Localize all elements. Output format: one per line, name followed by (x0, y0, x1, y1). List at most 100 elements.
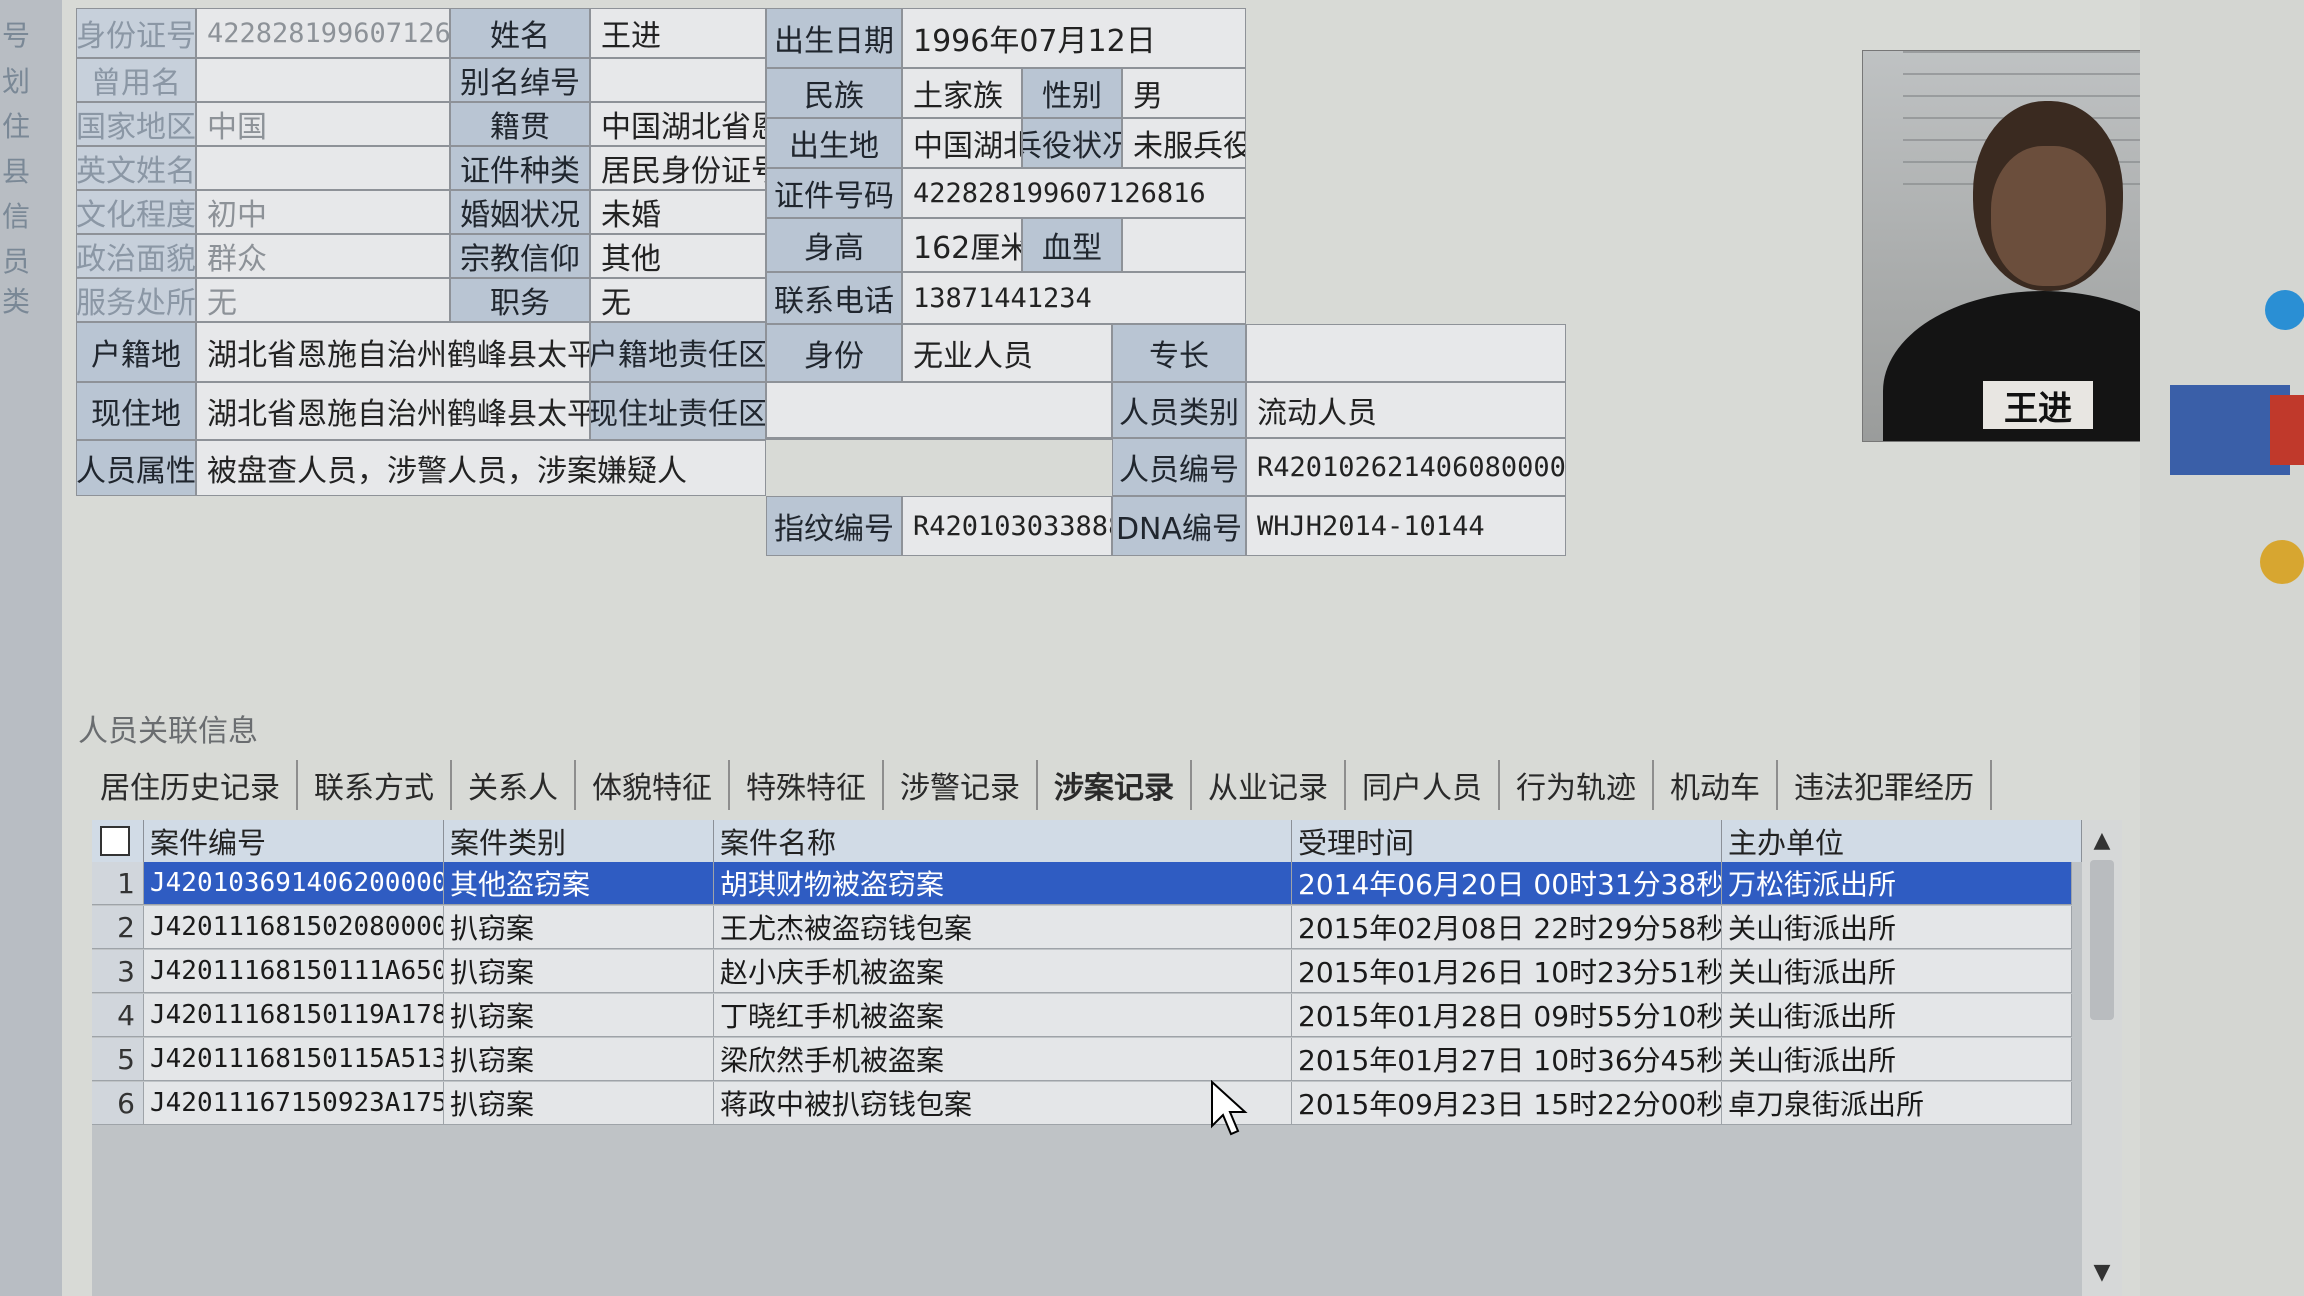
religion-value[interactable]: 其他 (590, 234, 766, 278)
job-value[interactable]: 无 (590, 278, 766, 322)
table-row[interactable]: 4 J42011168150119A1780 扒窃案 丁晓红手机被盗案 2015年01月… (92, 994, 2072, 1037)
specialty-value[interactable] (1246, 324, 1566, 382)
cert-type-value[interactable]: 居民身份证号码 (590, 146, 766, 190)
politics-label: 政治面貌 (76, 234, 196, 278)
gender-value[interactable]: 男 (1122, 68, 1246, 118)
residence-value[interactable]: 湖北省恩施自治州鹤峰县太平乡龙潭村 (196, 382, 590, 440)
ethnic-label: 民族 (766, 68, 902, 118)
cell-time: 2015年01月27日 10时36分45秒 (1292, 1038, 1722, 1081)
category-label: 人员类别 (1112, 382, 1246, 438)
person-no-label: 人员编号 (1112, 438, 1246, 496)
tab-residence-history[interactable]: 居住历史记录 (84, 760, 298, 810)
military-label: 兵役状况 (1022, 118, 1122, 168)
name-value[interactable]: 王进 (590, 8, 766, 58)
military-value[interactable]: 未服兵役 (1122, 118, 1246, 168)
cell-id: J4201036914062000001 (144, 862, 444, 905)
tab-criminal-history[interactable]: 违法犯罪经历 (1778, 760, 1992, 810)
scrollbar-thumb[interactable] (2090, 860, 2114, 1020)
fingerprint-value[interactable]: R4201030338882014060 (902, 496, 1112, 556)
birth-date-label: 出生日期 (766, 8, 902, 68)
row-number: 5 (92, 1038, 144, 1081)
hukou-area-value[interactable] (766, 382, 1112, 438)
mouse-cursor-icon (1211, 1080, 1248, 1136)
cell-id: J4201116815020800004 (144, 906, 444, 949)
scroll-up-icon[interactable]: ▲ (2086, 824, 2118, 856)
tab-employment[interactable]: 从业记录 (1192, 760, 1346, 810)
english-name-value[interactable] (196, 146, 450, 190)
residence-area-value[interactable] (766, 438, 1112, 440)
cell-id: J42011168150111A6507 (144, 950, 444, 993)
column-header[interactable]: 案件编号 (144, 820, 444, 862)
birth-date-value[interactable]: 1996年07月12日 (902, 8, 1246, 68)
cell-type: 扒窃案 (444, 1082, 714, 1125)
photo-face (1991, 146, 2106, 286)
fingerprint-label: 指纹编号 (766, 496, 902, 556)
table-row[interactable]: 3 J42011168150111A6507 扒窃案 赵小庆手机被盗案 2015年01月… (92, 950, 2072, 993)
residence-label: 现住地 (76, 382, 196, 440)
ethnic-value[interactable]: 土家族 (902, 68, 1022, 118)
politics-value[interactable]: 群众 (196, 234, 450, 278)
left-edge-text: 员类 (2, 245, 31, 318)
height-value[interactable]: 162厘米 (902, 218, 1022, 272)
workplace-value[interactable]: 无 (196, 278, 450, 322)
table-row[interactable]: 5 J42011168150115A5132 扒窃案 梁欣然手机被盗案 2015年01月… (92, 1038, 2072, 1081)
tab-appearance[interactable]: 体貌特征 (576, 760, 730, 810)
residence-area-label: 现住址责任区 (590, 382, 766, 440)
birthplace-value[interactable]: 中国湖北省 (902, 118, 1022, 168)
table-row[interactable]: 6 J42011167150923A1758 扒窃案 蒋政中被扒窃钱包案 2015年09… (92, 1082, 2072, 1125)
tab-contact[interactable]: 联系方式 (298, 760, 452, 810)
left-edge-text: 住 (2, 110, 31, 143)
person-no-value[interactable]: R4201026214060800003 (1246, 438, 1566, 496)
table-header: 案件编号 案件类别 案件名称 受理时间 主办单位 (92, 820, 2082, 862)
alias-value[interactable] (590, 58, 766, 102)
app-icon[interactable] (2265, 290, 2304, 330)
column-header[interactable]: 受理时间 (1292, 820, 1722, 862)
used-name-label: 曾用名 (76, 58, 196, 102)
education-label: 文化程度 (76, 190, 196, 234)
tab-case-records[interactable]: 涉案记录 (1038, 760, 1192, 810)
used-name-value[interactable] (196, 58, 450, 102)
cert-no-value[interactable]: 422828199607126816 (902, 168, 1246, 218)
education-value[interactable]: 初中 (196, 190, 450, 234)
tab-police-records[interactable]: 涉警记录 (884, 760, 1038, 810)
person-info-grid: 身份证号 422828199607126816 曾用名 国家地区 中国 英文姓名… (76, 8, 2142, 680)
native-place-value[interactable]: 中国湖北省恩施土 (590, 102, 766, 146)
tab-track[interactable]: 行为轨迹 (1500, 760, 1654, 810)
tab-relations[interactable]: 关系人 (452, 760, 576, 810)
column-header[interactable]: 案件名称 (714, 820, 1292, 862)
dna-label: DNA编号 (1112, 496, 1246, 556)
key-icon[interactable] (2260, 540, 2304, 584)
cell-unit: 万松街派出所 (1722, 862, 2072, 905)
identity-value[interactable]: 无业人员 (902, 324, 1112, 382)
table-row[interactable]: 2 J4201116815020800004 扒窃案 王尤杰被盗窃钱包案 2015年02… (92, 906, 2072, 949)
cell-time: 2015年02月08日 22时29分58秒 (1292, 906, 1722, 949)
alias-label: 别名绰号 (450, 58, 590, 102)
category-value[interactable]: 流动人员 (1246, 382, 1566, 438)
scroll-down-icon[interactable]: ▼ (2086, 1256, 2118, 1288)
cell-time: 2015年09月23日 15时22分00秒 (1292, 1082, 1722, 1125)
birthplace-label: 出生地 (766, 118, 902, 168)
column-header[interactable]: 主办单位 (1722, 820, 2082, 862)
blood-type-value[interactable] (1122, 218, 1246, 272)
tab-vehicles[interactable]: 机动车 (1654, 760, 1778, 810)
tab-household[interactable]: 同户人员 (1346, 760, 1500, 810)
cell-id: J42011168150115A5132 (144, 1038, 444, 1081)
select-all-checkbox[interactable] (100, 826, 130, 856)
cell-unit: 关山街派出所 (1722, 994, 2072, 1037)
table-row[interactable]: ▶1J4201036914062000001其他盗窃案胡琪财物被盗窃案2014年… (92, 862, 2072, 905)
attr-value[interactable]: 被盘查人员，涉警人员，涉案嫌疑人 (196, 440, 766, 496)
vertical-scrollbar[interactable]: ▲ ▼ (2082, 820, 2122, 1296)
tab-special-features[interactable]: 特殊特征 (730, 760, 884, 810)
specialty-label: 专长 (1112, 324, 1246, 382)
height-label: 身高 (766, 218, 902, 272)
marital-value[interactable]: 未婚 (590, 190, 766, 234)
cell-name: 丁晓红手机被盗案 (714, 994, 1292, 1037)
phone-value[interactable]: 13871441234 (902, 272, 1246, 324)
hukou-value[interactable]: 湖北省恩施自治州鹤峰县太平乡龙潭村 (196, 322, 590, 382)
red-icon[interactable] (2270, 395, 2304, 465)
column-header[interactable]: 案件类别 (444, 820, 714, 862)
country-value[interactable]: 中国 (196, 102, 450, 146)
cell-unit: 卓刀泉街派出所 (1722, 1082, 2072, 1125)
cell-type: 扒窃案 (444, 994, 714, 1037)
dna-value[interactable]: WHJH2014-10144 (1246, 496, 1566, 556)
